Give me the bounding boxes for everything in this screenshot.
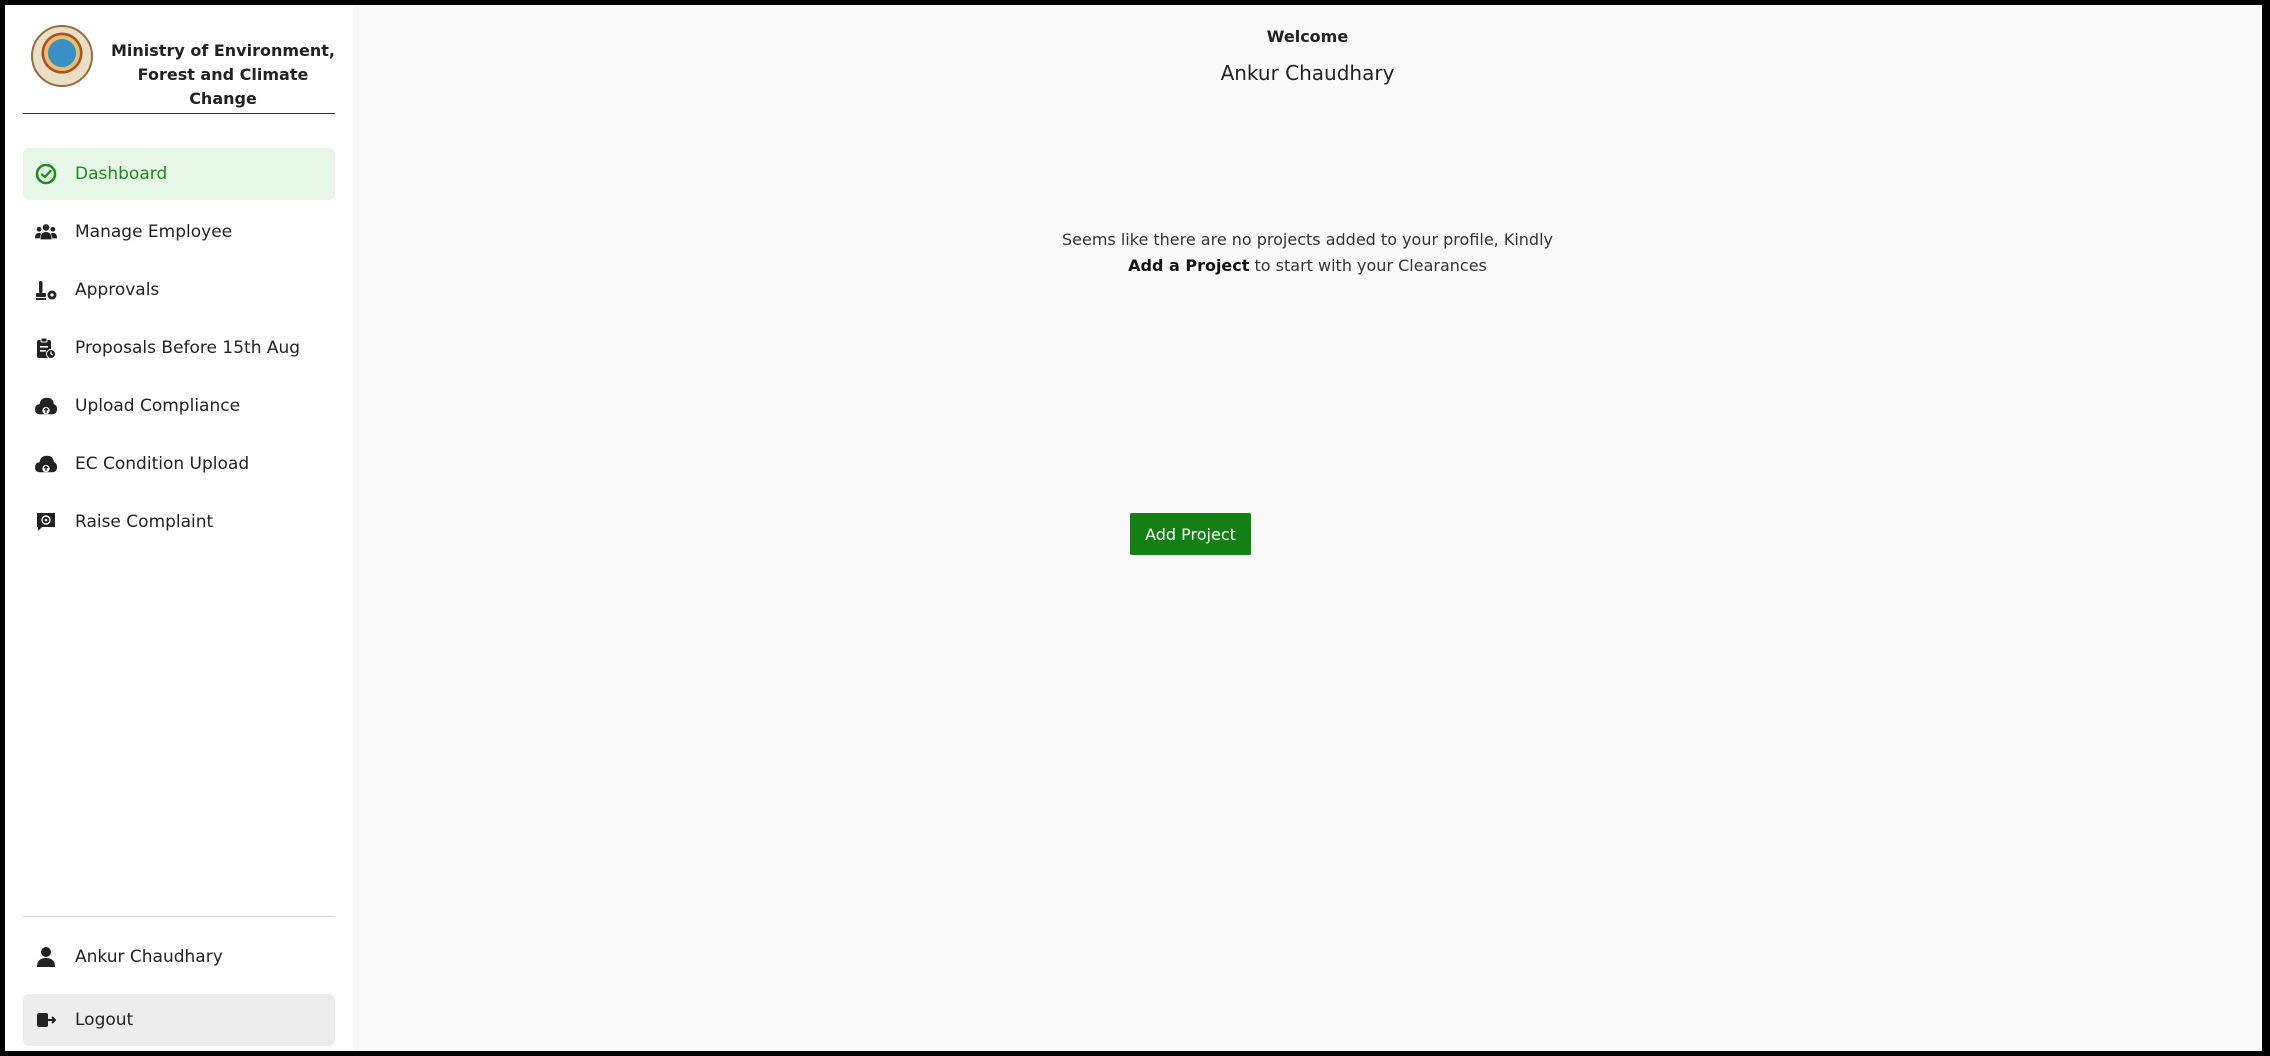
empty-state-line1: Seems like there are no projects added t… [1062,230,1553,249]
welcome-heading: Welcome [1266,27,1349,46]
sidebar-item-ec-condition-upload[interactable]: EC Condition Upload [23,438,335,490]
sidebar-item-proposals[interactable]: Proposals Before 15th Aug [23,322,335,374]
comment-icon [35,511,57,533]
logout-icon [35,1009,57,1031]
brand-title-line1: Ministry of Environment, [110,41,335,60]
sidebar-item-approvals[interactable]: Approvals [23,264,335,316]
ministry-logo [31,25,93,87]
main-content: Welcome Ankur Chaudhary Seems like there… [353,5,2262,1051]
brand-title: Ministry of Environment, Forest and Clim… [107,39,339,111]
sidebar-item-dashboard[interactable]: Dashboard [23,148,335,200]
cloud-upload-icon [35,453,57,475]
add-project-button[interactable]: Add Project [1130,513,1251,555]
stamp-icon [35,279,57,301]
sidebar-item-raise-complaint[interactable]: Raise Complaint [23,496,335,548]
welcome-username: Ankur Chaudhary [1220,61,1395,85]
sidebar-item-label: Manage Employee [75,222,233,242]
sidebar-item-label: Upload Compliance [75,396,241,416]
sidebar-item-manage-employee[interactable]: Manage Employee [23,206,335,258]
sidebar-item-upload-compliance[interactable]: Upload Compliance [23,380,335,432]
empty-state-rest: to start with your Clearances [1249,256,1487,275]
app-window: Ministry of Environment, Forest and Clim… [5,5,2262,1051]
sidebar-nav: Dashboard Manage Employee Approvals Prop… [23,148,335,554]
user-icon [35,946,57,968]
brand-title-line2: Forest and Climate Change [137,65,309,108]
logout-label: Logout [75,1010,134,1030]
brand: Ministry of Environment, Forest and Clim… [27,19,337,108]
logout-button[interactable]: Logout [23,994,335,1046]
empty-state-line2: Add a Project to start with your Clearan… [353,253,2262,279]
user-name: Ankur Chaudhary [75,947,223,967]
user-profile[interactable]: Ankur Chaudhary [23,931,335,983]
dashboard-icon [35,163,57,185]
empty-state-message: Seems like there are no projects added t… [353,227,2262,279]
cloud-upload-icon [35,395,57,417]
brand-divider [23,113,335,114]
sidebar-item-label: Dashboard [75,164,168,184]
sidebar-bottom-divider [23,916,335,917]
sidebar: Ministry of Environment, Forest and Clim… [5,5,353,1051]
empty-state-bold: Add a Project [1128,256,1250,275]
sidebar-item-label: EC Condition Upload [75,454,250,474]
sidebar-item-label: Proposals Before 15th Aug [75,338,301,358]
sidebar-item-label: Raise Complaint [75,512,214,532]
sidebar-item-label: Approvals [75,280,160,300]
clipboard-icon [35,337,57,359]
users-icon [35,221,57,243]
